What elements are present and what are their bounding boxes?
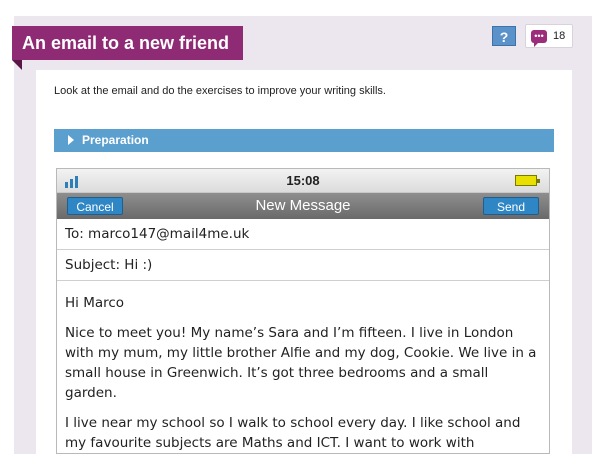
content-panel: Look at the email and do the exercises t… [36, 70, 572, 454]
email-body: Hi Marco Nice to meet you! My name’s Sar… [57, 281, 549, 453]
email-paragraph: Nice to meet you! My name’s Sara and I’m… [65, 325, 537, 401]
page-title: An email to a new friend [12, 26, 244, 60]
instructions-text: Look at the email and do the exercises t… [54, 85, 386, 97]
caret-right-icon [68, 135, 74, 145]
message-title: New Message [255, 197, 351, 214]
email-paragraph: I live near my school so I walk to schoo… [65, 415, 521, 451]
preparation-label: Preparation [82, 133, 149, 147]
comments-button[interactable]: ••• 18 [525, 24, 573, 48]
title-ribbon-fold [12, 60, 22, 70]
phone-email-mockup: 15:08 Cancel New Message Send To: marco1… [56, 168, 550, 454]
comment-bubble-icon: ••• [531, 29, 547, 47]
message-toolbar: Cancel New Message Send [57, 193, 549, 219]
help-button[interactable]: ? [492, 26, 516, 46]
email-greeting: Hi Marco [65, 295, 125, 311]
to-field: To: marco147@mail4me.uk [57, 219, 549, 250]
comment-count: 18 [553, 30, 566, 42]
preparation-toggle[interactable]: Preparation [54, 129, 554, 152]
battery-icon [515, 175, 540, 186]
send-button[interactable]: Send [483, 197, 539, 215]
phone-status-bar: 15:08 [57, 169, 549, 193]
subject-field: Subject: Hi :) [57, 250, 549, 281]
status-time: 15:08 [286, 173, 320, 188]
